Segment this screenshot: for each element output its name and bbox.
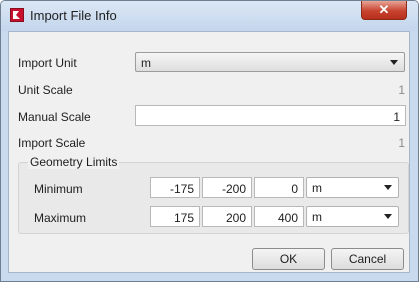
minimum-y-value: -200 [221,182,246,196]
minimum-unit-select[interactable]: m [306,177,399,198]
dialog-body: Import Unit m Unit Scale 1 Manual Scale … [8,31,410,273]
import-file-info-dialog: Import File Info ✕ Import Unit m Unit Sc… [0,0,419,282]
chevron-down-icon [384,214,392,219]
minimum-label: Minimum [34,182,83,196]
import-unit-select[interactable]: m [135,52,405,72]
maximum-z-input[interactable]: 400 [254,206,304,227]
maximum-z-value: 400 [277,211,298,225]
geometry-limits-group: Geometry Limits Minimum -175 -200 0 m Ma… [18,155,409,234]
close-icon: ✕ [378,2,390,17]
import-scale-label: Import Scale [18,136,86,150]
minimum-z-input[interactable]: 0 [254,177,304,198]
close-button[interactable]: ✕ [361,1,407,20]
title-bar: Import File Info ✕ [1,1,418,31]
minimum-y-input[interactable]: -200 [202,177,252,198]
app-logo-icon [10,8,24,22]
maximum-y-value: 200 [225,211,246,225]
manual-scale-input[interactable]: 1 [135,105,406,126]
maximum-x-value: 175 [173,211,194,225]
unit-scale-value: 1 [398,83,405,97]
import-unit-label: Import Unit [18,56,77,70]
geometry-limits-title: Geometry Limits [28,155,120,169]
maximum-x-input[interactable]: 175 [150,206,200,227]
manual-scale-label: Manual Scale [18,110,91,124]
minimum-x-input[interactable]: -175 [150,177,200,198]
chevron-down-icon [384,185,392,190]
import-unit-value: m [141,56,151,70]
minimum-x-value: -175 [169,182,194,196]
minimum-z-value: 0 [291,182,298,196]
ok-button[interactable]: OK [252,248,325,270]
maximum-label: Maximum [34,211,87,225]
maximum-y-input[interactable]: 200 [202,206,252,227]
import-scale-value: 1 [398,136,405,150]
maximum-unit-value: m [312,210,322,224]
cancel-button[interactable]: Cancel [331,248,404,270]
unit-scale-label: Unit Scale [18,83,73,97]
minimum-unit-value: m [312,181,322,195]
chevron-down-icon [390,60,398,65]
maximum-unit-select[interactable]: m [306,206,399,227]
window-title: Import File Info [30,8,117,23]
manual-scale-value: 1 [393,110,400,124]
